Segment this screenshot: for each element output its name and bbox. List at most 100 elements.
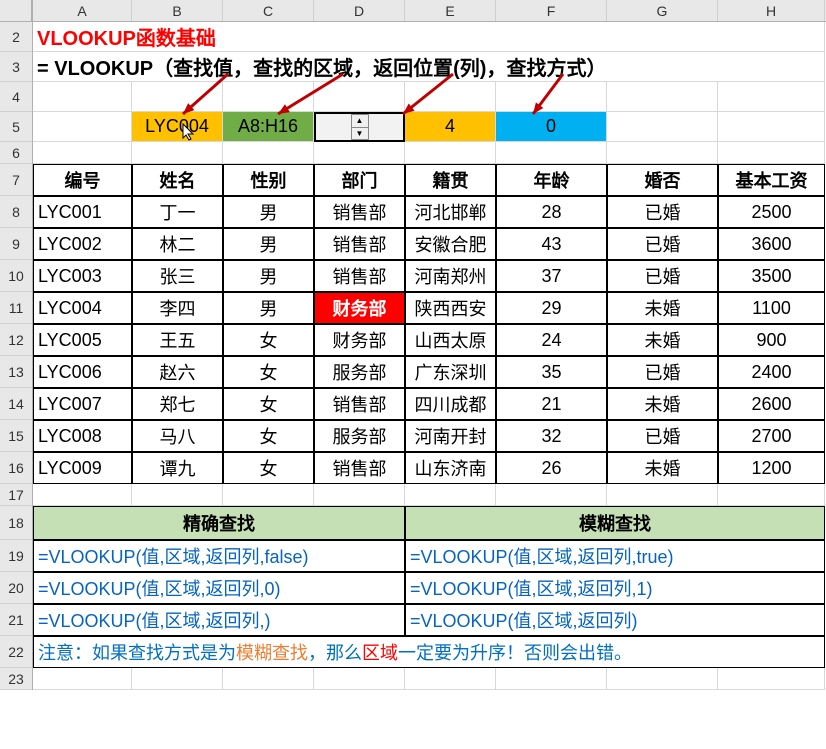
data-cell-5-7[interactable]: 2400 (718, 356, 825, 388)
row-header-10[interactable]: 10 (0, 260, 32, 292)
data-cell-8-5[interactable]: 26 (496, 452, 607, 484)
cell-5-H[interactable] (718, 112, 825, 142)
row-header-4[interactable]: 4 (0, 82, 32, 112)
table-header-7[interactable]: 基本工资 (718, 164, 825, 196)
data-cell-6-1[interactable]: 郑七 (132, 388, 223, 420)
cell-23-B[interactable] (132, 668, 223, 690)
table-header-0[interactable]: 编号 (33, 164, 132, 196)
exact-formula-2[interactable]: =VLOOKUP(值,区域,返回列,) (33, 604, 405, 636)
row-header-22[interactable]: 22 (0, 636, 32, 668)
data-cell-4-7[interactable]: 900 (718, 324, 825, 356)
fuzzy-formula-0[interactable]: =VLOOKUP(值,区域,返回列,true) (405, 540, 825, 572)
fuzzy-formula-1[interactable]: =VLOOKUP(值,区域,返回列,1) (405, 572, 825, 604)
cell-17-H[interactable] (718, 484, 825, 506)
data-cell-7-2[interactable]: 女 (223, 420, 314, 452)
row-header-6[interactable]: 6 (0, 142, 32, 164)
exact-formula-0[interactable]: =VLOOKUP(值,区域,返回列,false) (33, 540, 405, 572)
data-cell-6-2[interactable]: 女 (223, 388, 314, 420)
data-cell-2-2[interactable]: 男 (223, 260, 314, 292)
table-header-3[interactable]: 部门 (314, 164, 405, 196)
row-header-20[interactable]: 20 (0, 572, 32, 604)
cell-23-H[interactable] (718, 668, 825, 690)
col-header-G[interactable]: G (607, 0, 718, 21)
data-cell-0-1[interactable]: 丁一 (132, 196, 223, 228)
cell-17-G[interactable] (607, 484, 718, 506)
param-col-index-spinner[interactable]: ▲▼ (314, 112, 405, 142)
cell-6-C[interactable] (223, 142, 314, 164)
data-cell-4-5[interactable]: 24 (496, 324, 607, 356)
data-cell-1-4[interactable]: 安徽合肥 (405, 228, 496, 260)
cell-17-C[interactable] (223, 484, 314, 506)
data-cell-1-7[interactable]: 3600 (718, 228, 825, 260)
exact-formula-1[interactable]: =VLOOKUP(值,区域,返回列,0) (33, 572, 405, 604)
data-cell-4-3[interactable]: 财务部 (314, 324, 405, 356)
corner-cell[interactable] (0, 0, 32, 22)
data-cell-0-5[interactable]: 28 (496, 196, 607, 228)
data-cell-3-4[interactable]: 陕西西安 (405, 292, 496, 324)
data-cell-1-3[interactable]: 销售部 (314, 228, 405, 260)
data-cell-4-6[interactable]: 未婚 (607, 324, 718, 356)
data-cell-6-4[interactable]: 四川成都 (405, 388, 496, 420)
cell-17-F[interactable] (496, 484, 607, 506)
spinner-down-icon[interactable]: ▼ (352, 128, 368, 140)
cell-17-E[interactable] (405, 484, 496, 506)
cell-23-D[interactable] (314, 668, 405, 690)
data-cell-1-0[interactable]: LYC002 (33, 228, 132, 260)
data-cell-5-1[interactable]: 赵六 (132, 356, 223, 388)
data-cell-7-5[interactable]: 32 (496, 420, 607, 452)
cell-4-F[interactable] (496, 82, 607, 112)
data-cell-7-1[interactable]: 马八 (132, 420, 223, 452)
table-header-5[interactable]: 年龄 (496, 164, 607, 196)
data-cell-2-7[interactable]: 3500 (718, 260, 825, 292)
data-cell-8-7[interactable]: 1200 (718, 452, 825, 484)
data-cell-2-6[interactable]: 已婚 (607, 260, 718, 292)
data-cell-8-2[interactable]: 女 (223, 452, 314, 484)
cell-4-G[interactable] (607, 82, 718, 112)
data-cell-5-3[interactable]: 服务部 (314, 356, 405, 388)
data-cell-8-6[interactable]: 未婚 (607, 452, 718, 484)
data-cell-5-5[interactable]: 35 (496, 356, 607, 388)
row-header-9[interactable]: 9 (0, 228, 32, 260)
note-cell[interactable]: 注意：如果查找方式是为模糊查找，那么区域一定要为升序！否则会出错。 (33, 636, 825, 668)
data-cell-4-0[interactable]: LYC005 (33, 324, 132, 356)
data-cell-5-4[interactable]: 广东深圳 (405, 356, 496, 388)
exact-lookup-header[interactable]: 精确查找 (33, 506, 405, 540)
data-cell-7-0[interactable]: LYC008 (33, 420, 132, 452)
data-cell-0-3[interactable]: 销售部 (314, 196, 405, 228)
data-cell-6-7[interactable]: 2600 (718, 388, 825, 420)
data-cell-3-0[interactable]: LYC004 (33, 292, 132, 324)
data-cell-5-0[interactable]: LYC006 (33, 356, 132, 388)
data-cell-2-3[interactable]: 销售部 (314, 260, 405, 292)
cell-17-A[interactable] (33, 484, 132, 506)
data-cell-3-7[interactable]: 1100 (718, 292, 825, 324)
table-header-6[interactable]: 婚否 (607, 164, 718, 196)
fuzzy-formula-2[interactable]: =VLOOKUP(值,区域,返回列) (405, 604, 825, 636)
cell-4-A[interactable] (33, 82, 132, 112)
data-cell-7-3[interactable]: 服务部 (314, 420, 405, 452)
data-cell-6-3[interactable]: 销售部 (314, 388, 405, 420)
col-header-A[interactable]: A (33, 0, 132, 21)
title-cell[interactable]: VLOOKUP函数基础 (33, 22, 825, 52)
cell-4-C[interactable] (223, 82, 314, 112)
data-cell-4-2[interactable]: 女 (223, 324, 314, 356)
cell-6-D[interactable] (314, 142, 405, 164)
param-lookup-value[interactable]: LYC004 (132, 112, 223, 142)
fuzzy-lookup-header[interactable]: 模糊查找 (405, 506, 825, 540)
cell-5-A[interactable] (33, 112, 132, 142)
spinner-up-icon[interactable]: ▲ (352, 115, 368, 128)
data-cell-1-5[interactable]: 43 (496, 228, 607, 260)
row-header-19[interactable]: 19 (0, 540, 32, 572)
data-cell-2-5[interactable]: 37 (496, 260, 607, 292)
data-cell-0-7[interactable]: 2500 (718, 196, 825, 228)
data-cell-0-0[interactable]: LYC001 (33, 196, 132, 228)
table-header-2[interactable]: 性别 (223, 164, 314, 196)
row-header-16[interactable]: 16 (0, 452, 32, 484)
row-header-2[interactable]: 2 (0, 22, 32, 52)
param-table-array[interactable]: A8:H16 (223, 112, 314, 142)
data-cell-2-4[interactable]: 河南郑州 (405, 260, 496, 292)
row-header-23[interactable]: 23 (0, 668, 32, 690)
data-cell-1-6[interactable]: 已婚 (607, 228, 718, 260)
row-header-15[interactable]: 15 (0, 420, 32, 452)
cell-6-H[interactable] (718, 142, 825, 164)
data-cell-7-4[interactable]: 河南开封 (405, 420, 496, 452)
